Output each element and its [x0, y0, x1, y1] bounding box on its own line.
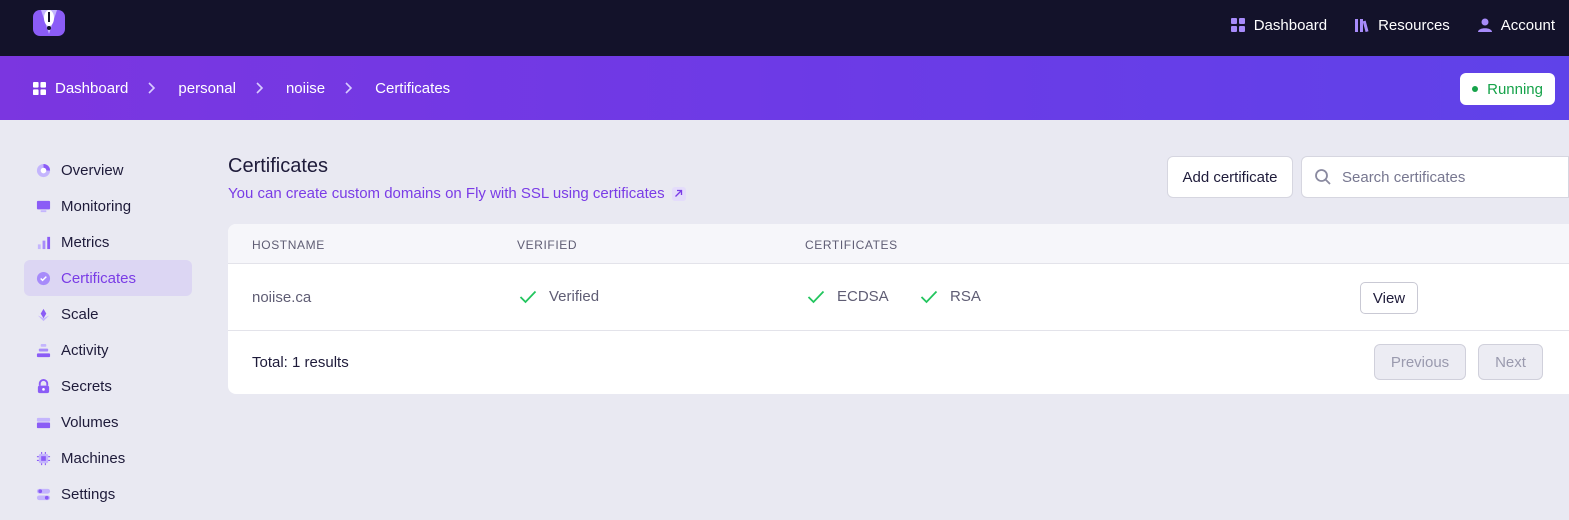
scale-icon	[37, 308, 50, 321]
previous-button[interactable]: Previous	[1374, 344, 1466, 380]
verified-cell: Verified	[519, 263, 599, 330]
activity-icon	[36, 343, 51, 357]
user-icon	[1477, 18, 1492, 32]
breadcrumb: Dashboard personal noiise Certificates	[33, 56, 450, 120]
hostname-cell: noiise.ca	[252, 264, 311, 331]
top-nav-resources[interactable]: Resources	[1355, 17, 1450, 34]
breadcrumb-current: Certificates	[375, 80, 450, 97]
sidebar-item-label: Monitoring	[61, 197, 132, 215]
cert-rsa-cell: RSA	[920, 263, 981, 330]
settings-icon	[36, 488, 51, 500]
check-icon	[807, 290, 825, 303]
top-nav-account-label: Account	[1500, 16, 1555, 34]
search-input[interactable]	[1342, 168, 1542, 186]
breadcrumb-app-label: noiise	[285, 79, 326, 97]
sidebar-item-label: Certificates	[61, 269, 137, 287]
search-box[interactable]	[1301, 156, 1569, 198]
sidebar-item-label: Metrics	[61, 233, 110, 251]
cert-rsa-label: RSA	[950, 288, 981, 305]
sidebar-item-monitoring[interactable]: Monitoring	[24, 188, 192, 224]
external-link-icon	[671, 186, 686, 201]
metrics-icon	[37, 236, 51, 249]
monitor-icon	[36, 200, 51, 212]
sidebar-item-scale[interactable]: Scale	[24, 296, 192, 332]
table-row: noiise.ca Verified ECDSA RSA View	[228, 264, 1569, 331]
table-header: HOSTNAME VERIFIED CERTIFICATES	[228, 224, 1569, 264]
sidebar-item-label: Scale	[61, 305, 99, 323]
dashboard-icon	[33, 81, 46, 95]
breadcrumb-dashboard[interactable]: Dashboard	[33, 80, 128, 97]
search-icon	[1315, 169, 1331, 185]
sidebar-item-label: Secrets	[61, 377, 112, 395]
docs-link-label: You can create custom domains on Fly wit…	[228, 185, 665, 202]
next-button[interactable]: Next	[1478, 344, 1543, 380]
docs-link[interactable]: You can create custom domains on Fly wit…	[228, 185, 686, 202]
column-header-verified: VERIFIED	[517, 238, 578, 252]
certificates-table: HOSTNAME VERIFIED CERTIFICATES noiise.ca…	[228, 224, 1569, 394]
sidebar-item-overview[interactable]: Overview	[24, 152, 192, 188]
status-label: Running	[1487, 80, 1543, 98]
certificate-icon	[36, 271, 51, 285]
overview-icon	[36, 163, 51, 177]
sidebar-item-machines[interactable]: Machines	[24, 440, 192, 476]
breadcrumb-current-label: Certificates	[375, 79, 451, 97]
column-header-hostname: HOSTNAME	[252, 238, 325, 252]
sidebar-item-label: Machines	[61, 449, 126, 467]
lock-icon	[37, 378, 50, 393]
fly-logo-icon[interactable]	[31, 6, 67, 38]
top-nav-dashboard-label: Dashboard	[1253, 16, 1328, 34]
hostname-value: noiise.ca	[252, 289, 312, 306]
cert-ecdsa-cell: ECDSA	[807, 263, 889, 330]
sidebar-item-secrets[interactable]: Secrets	[24, 368, 192, 404]
chevron-right-icon	[345, 82, 353, 94]
top-bar: Dashboard Resources Account	[0, 0, 1569, 56]
dashboard-icon	[1230, 18, 1245, 32]
top-nav-account[interactable]: Account	[1477, 16, 1555, 34]
view-button[interactable]: View	[1360, 282, 1418, 314]
check-icon	[519, 290, 537, 303]
breadcrumb-org[interactable]: personal	[178, 80, 236, 97]
top-nav: Dashboard Resources Account	[1230, 0, 1555, 50]
status-badge: Running	[1460, 73, 1555, 105]
add-certificate-button[interactable]: Add certificate	[1167, 156, 1293, 198]
verified-value: Verified	[549, 288, 600, 305]
chevron-right-icon	[148, 82, 156, 94]
table-footer: Total: 1 results Previous Next	[228, 331, 1569, 393]
sidebar-item-label: Overview	[61, 161, 124, 179]
resources-icon	[1355, 19, 1369, 32]
sidebar-item-volumes[interactable]: Volumes	[24, 404, 192, 440]
breadcrumb-app[interactable]: noiise	[286, 80, 325, 97]
sidebar-item-label: Activity	[61, 341, 109, 359]
check-icon	[920, 290, 938, 303]
page-title: Certificates	[228, 155, 329, 177]
sidebar-item-settings[interactable]: Settings	[24, 476, 192, 512]
sidebar-item-label: Settings	[61, 485, 116, 503]
cert-ecdsa-label: ECDSA	[837, 288, 889, 305]
sidebar: Overview Monitoring Metrics Certificates…	[24, 152, 192, 512]
breadcrumb-bar: Dashboard personal noiise Certificates R…	[0, 56, 1569, 120]
sidebar-item-activity[interactable]: Activity	[24, 332, 192, 368]
sidebar-item-label: Volumes	[61, 413, 119, 431]
top-nav-resources-label: Resources	[1378, 16, 1450, 34]
sidebar-item-metrics[interactable]: Metrics	[24, 224, 192, 260]
breadcrumb-org-label: personal	[178, 79, 236, 97]
volume-icon	[36, 417, 51, 428]
sidebar-item-certificates[interactable]: Certificates	[24, 260, 192, 296]
breadcrumb-dashboard-label: Dashboard	[55, 79, 129, 97]
column-header-certificates: CERTIFICATES	[805, 238, 898, 252]
chip-icon	[36, 451, 51, 465]
chevron-right-icon	[256, 82, 264, 94]
status-dot-icon	[1472, 86, 1479, 92]
top-nav-dashboard[interactable]: Dashboard	[1230, 16, 1328, 34]
total-results: Total: 1 results	[252, 354, 349, 371]
